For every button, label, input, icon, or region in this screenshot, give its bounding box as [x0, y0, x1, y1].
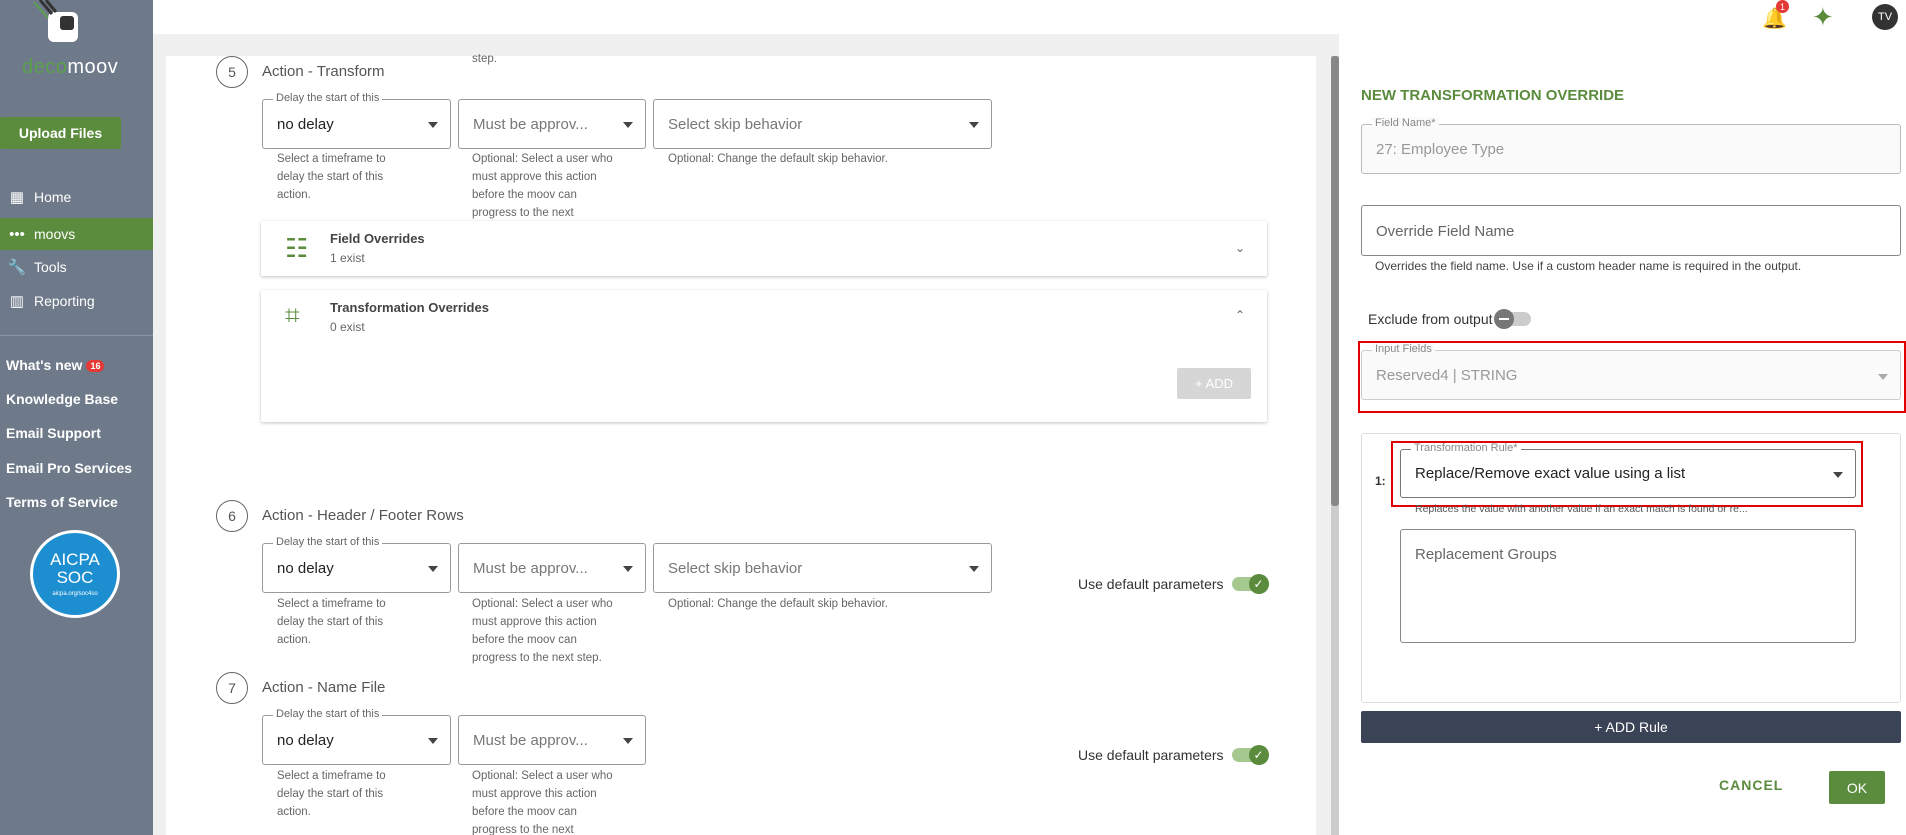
ok-button[interactable]: OK [1829, 771, 1885, 804]
crop-icon: ⌗ [285, 300, 300, 330]
approver-help: Optional: Select a user who must approve… [472, 598, 613, 664]
transformation-overrides-panel: ⌗ Transformation Overrides 0 exist ⌃ [261, 290, 1267, 422]
add-rule-button[interactable]: + ADD Rule [1361, 711, 1901, 743]
replacement-groups-input[interactable]: Replacement Groups [1400, 529, 1856, 643]
list-icon: ☷ [285, 233, 309, 263]
dropdown-arrow-icon [623, 738, 633, 744]
delay-select[interactable]: Delay the start of this no delay [262, 92, 451, 149]
email-pro-services-link[interactable]: Email Pro Services [6, 460, 132, 476]
chart-icon: ▥ [9, 293, 25, 310]
step-title: Action - Transform [262, 63, 385, 80]
minus-icon [1493, 309, 1514, 329]
chevron-down-icon[interactable]: ⌄ [1235, 241, 1245, 255]
drawer-title: NEW TRANSFORMATION OVERRIDE [1361, 87, 1625, 104]
approver-help: Optional: Select a user who must approve… [472, 153, 613, 219]
avatar[interactable]: TV [1872, 4, 1898, 30]
scrollbar-thumb[interactable] [1331, 56, 1339, 506]
cancel-button[interactable]: CANCEL [1719, 777, 1783, 793]
dropdown-arrow-icon [428, 122, 438, 128]
approver-select[interactable]: Must be approv... [458, 99, 646, 149]
override-help: Overrides the field name. Use if a custo… [1375, 259, 1802, 273]
exclude-from-output-toggle[interactable]: Exclude from output [1368, 309, 1531, 329]
field-name-field: Field Name* 27: Employee Type [1361, 117, 1901, 174]
top-bar [153, 0, 1906, 34]
whats-new-badge: 16 [86, 360, 105, 373]
field-overrides-panel[interactable]: ☷ Field Overrides 1 exist ⌄ [261, 221, 1267, 276]
skip-behavior-select[interactable]: Select skip behavior [653, 543, 992, 593]
knowledge-base-link[interactable]: Knowledge Base [6, 391, 118, 407]
upload-files-button[interactable]: Upload Files [0, 117, 121, 149]
wrench-icon: 🔧 [7, 259, 27, 276]
sidebar: decomoov Upload Files ▦ Home ••• moovs 🔧 To… [0, 0, 153, 835]
dropdown-arrow-icon [969, 122, 979, 128]
sidebar-item-label: Home [34, 189, 72, 205]
notification-badge: 1 [1776, 0, 1789, 13]
dropdown-arrow-icon [969, 566, 979, 572]
chevron-up-icon[interactable]: ⌃ [1235, 308, 1245, 322]
sidebar-item-label: Tools [34, 259, 67, 275]
dropdown-arrow-icon [623, 122, 633, 128]
sparkle-icon[interactable]: ✦ [1812, 2, 1834, 33]
panel-title: Transformation Overrides [330, 300, 489, 315]
whats-new-link[interactable]: What's new 16 [6, 357, 105, 373]
delay-help: Select a timeframe to delay the start of… [277, 770, 386, 818]
approver-select[interactable]: Must be approv... [458, 715, 646, 765]
step-number: 6 [216, 500, 248, 532]
highlight-box [1358, 341, 1906, 413]
sidebar-item-label: moovs [34, 226, 76, 242]
delay-help: Select a timeframe to delay the start of… [277, 598, 386, 646]
delay-select[interactable]: Delay the start of this no delay [262, 708, 451, 765]
panel-subtitle: 0 exist [330, 320, 365, 334]
approver-select[interactable]: Must be approv... [458, 543, 646, 593]
sidebar-item-home[interactable]: ▦ Home [0, 181, 153, 213]
check-icon: ✓ [1248, 745, 1269, 765]
rule-help: Replaces the value with another value if… [1415, 503, 1748, 515]
rule-index: 1: [1375, 474, 1386, 488]
panel-subtitle: 1 exist [330, 251, 365, 265]
email-support-link[interactable]: Email Support [6, 425, 101, 441]
sidebar-divider [0, 335, 153, 336]
dropdown-arrow-icon [428, 566, 438, 572]
sidebar-item-moovs[interactable]: ••• moovs [0, 218, 153, 250]
aicpa-soc-badge: AICPA SOC aicpa.org/soc4so [30, 530, 120, 618]
delay-select[interactable]: Delay the start of this no delay [262, 536, 451, 593]
delay-help: Select a timeframe to delay the start of… [277, 153, 386, 201]
skip-help: Optional: Change the default skip behavi… [668, 598, 888, 610]
skip-behavior-select[interactable]: Select skip behavior [653, 99, 992, 149]
check-icon: ✓ [1248, 574, 1269, 594]
skip-help: Optional: Change the default skip behavi… [668, 153, 888, 165]
sidebar-item-reporting[interactable]: ▥ Reporting [0, 285, 153, 317]
sidebar-item-label: Reporting [34, 293, 95, 309]
add-override-button[interactable]: + ADD [1177, 368, 1251, 399]
step-number: 7 [216, 672, 248, 704]
override-field-name-input[interactable]: Override Field Name [1361, 205, 1901, 256]
home-grid-icon: ▦ [9, 189, 25, 206]
panel-title: Field Overrides [330, 231, 425, 246]
sidebar-item-tools[interactable]: 🔧 Tools [0, 251, 153, 283]
dots-icon: ••• [9, 225, 25, 243]
dropdown-arrow-icon [428, 738, 438, 744]
step-title: Action - Name File [262, 679, 386, 696]
highlight-box [1391, 441, 1863, 507]
approver-help: Optional: Select a user who must approve… [472, 770, 613, 835]
default-params-toggle[interactable]: Use default parameters ✓ [1078, 745, 1269, 765]
help-text: step. [472, 53, 497, 65]
logo-text: decomoov [22, 56, 119, 78]
dropdown-arrow-icon [623, 566, 633, 572]
step-number: 5 [216, 56, 248, 88]
default-params-toggle[interactable]: Use default parameters ✓ [1078, 574, 1269, 594]
terms-of-service-link[interactable]: Terms of Service [6, 494, 118, 510]
step-title: Action - Header / Footer Rows [262, 507, 464, 524]
